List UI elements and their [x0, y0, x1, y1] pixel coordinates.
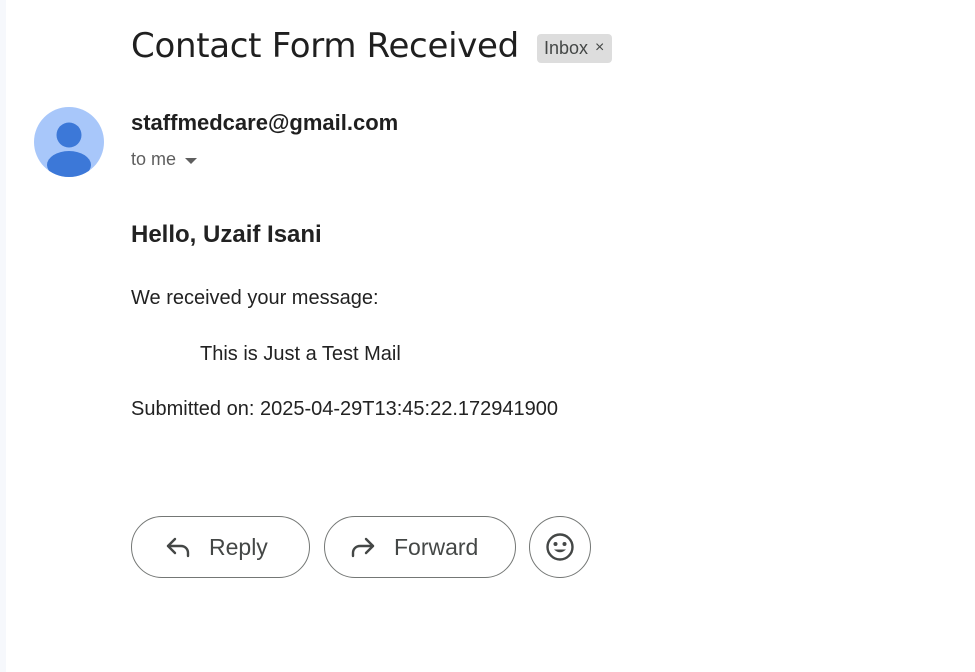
- reply-arrow-icon: [165, 536, 191, 558]
- forward-button[interactable]: Forward: [324, 516, 516, 578]
- subject-row: Contact Form Received Inbox ×: [131, 26, 613, 66]
- recipient-details[interactable]: to me: [131, 149, 198, 170]
- reply-button-label: Reply: [209, 533, 268, 560]
- sender-address[interactable]: staffmedcare@gmail.com: [131, 110, 398, 136]
- forward-button-label: Forward: [394, 533, 479, 560]
- reply-button[interactable]: Reply: [131, 516, 310, 578]
- email-actions: Reply Forward: [131, 516, 591, 578]
- label-chip-text: Inbox: [543, 37, 588, 58]
- remove-label-icon[interactable]: ×: [595, 39, 604, 57]
- email-subject: Contact Form Received: [131, 26, 519, 66]
- default-person-avatar-icon: [47, 122, 91, 177]
- sender-avatar[interactable]: [34, 107, 104, 177]
- recipient-text: to me: [131, 149, 177, 169]
- forward-arrow-icon: [350, 536, 376, 558]
- email-message-text: This is Just a Test Mail: [200, 343, 401, 365]
- email-greeting: Hello, Uzaif Isani: [131, 221, 322, 248]
- smiley-face-icon: [546, 533, 574, 561]
- left-panel-edge: [0, 0, 6, 672]
- inbox-label-chip[interactable]: Inbox ×: [536, 33, 613, 63]
- add-reaction-button[interactable]: [529, 516, 591, 578]
- email-intro-text: We received your message:: [131, 287, 379, 309]
- email-submitted-text: Submitted on: 2025-04-29T13:45:22.172941…: [131, 398, 559, 420]
- chevron-down-icon[interactable]: [184, 149, 198, 170]
